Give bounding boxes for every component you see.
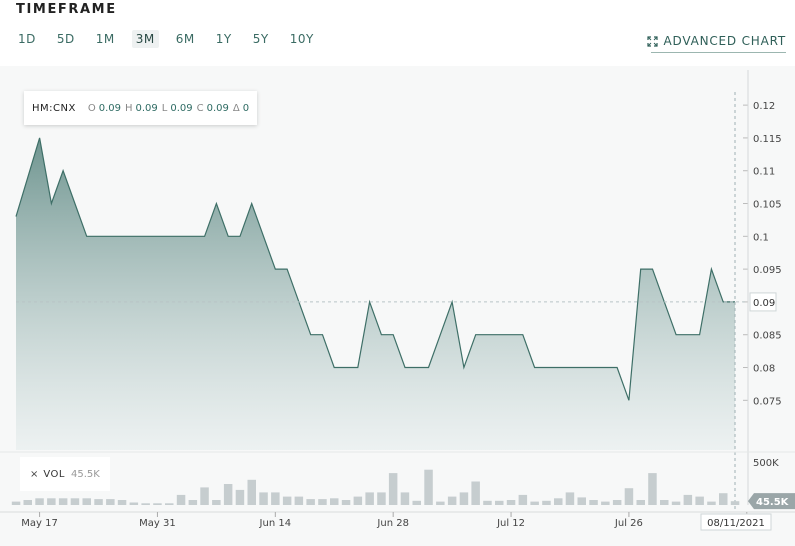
volume-bar [601, 501, 610, 505]
volume-bar [624, 488, 634, 505]
y-tick-label: 0.075 [753, 396, 782, 407]
high-key: H [124, 102, 133, 114]
y-tick-label: 0.115 [753, 134, 782, 145]
volume-bar [471, 481, 480, 505]
volume-bar [212, 500, 221, 505]
y-tick-label: 0.095 [753, 265, 782, 276]
volume-bar [82, 498, 91, 505]
volume-bar [318, 499, 327, 505]
volume-bar [58, 498, 68, 505]
volume-bar [282, 496, 292, 505]
volume-bar [719, 493, 728, 505]
volume-bar [353, 496, 363, 505]
volume-bar [400, 492, 410, 505]
price-chart[interactable]: 0.12 0.115 0.11 0.105 0.1 0.095 0.09 0.085 0.08 0… [0, 0, 795, 546]
volume-bar [294, 496, 304, 505]
volume-bar [565, 492, 575, 505]
volume-bar [636, 500, 645, 505]
volume-bar [106, 499, 115, 505]
change-key: Δ [232, 102, 240, 114]
close-key: C [196, 102, 204, 114]
x-tick-label: May 31 [139, 518, 176, 529]
volume-bar [223, 484, 233, 505]
volume-bar [683, 494, 693, 505]
volume-bar [695, 496, 704, 505]
close-value: 0.09 [206, 102, 229, 114]
volume-bar [141, 503, 150, 505]
x-tick-label: Jun 14 [259, 518, 292, 529]
volume-bar [271, 492, 280, 505]
volume-bar [577, 497, 586, 505]
open-key: O [87, 102, 96, 114]
volume-bar [483, 500, 492, 505]
volume-bar [648, 473, 657, 505]
y-tick-label: 0.105 [753, 200, 782, 211]
volume-bar [589, 500, 598, 505]
volume-bar [23, 500, 32, 505]
x-tick-label: May 17 [21, 518, 58, 529]
y-tick-label: 0.08 [753, 364, 775, 375]
volume-bar [530, 501, 539, 505]
x-tick-label: Jul 12 [496, 518, 525, 529]
volume-bar [436, 501, 445, 505]
volume-bar [612, 500, 622, 505]
change-value: 0 [242, 102, 250, 114]
y-tick-label: 0.12 [753, 101, 775, 112]
price-area [16, 137, 735, 450]
volume-bar [94, 499, 103, 505]
volume-bar [153, 503, 162, 505]
x-tick-label: Jul 26 [614, 518, 643, 529]
volume-bar [660, 500, 669, 505]
volume-bar [506, 500, 516, 505]
volume-bar [176, 494, 186, 505]
volume-bar [70, 498, 80, 505]
volume-bar [671, 501, 681, 505]
volume-legend: × VOL 45.5K [20, 457, 110, 491]
volume-bar [47, 498, 56, 505]
volume-label: VOL [43, 468, 65, 480]
high-value: 0.09 [135, 102, 158, 114]
x-tick-label: Jun 28 [376, 518, 409, 529]
volume-bar [377, 492, 386, 505]
volume-bar [459, 492, 469, 505]
volume-bar [35, 498, 44, 505]
volume-bar [707, 501, 716, 505]
open-value: 0.09 [98, 102, 121, 114]
volume-bar [542, 500, 551, 505]
volume-bar [247, 479, 256, 505]
current-price-label: 0.09 [753, 298, 775, 309]
volume-bar [235, 489, 245, 505]
volume-bar [330, 498, 339, 505]
low-value: 0.09 [170, 102, 193, 114]
volume-bar [447, 496, 457, 505]
volume-bar [365, 492, 374, 505]
low-key: L [161, 102, 168, 114]
close-volume-icon[interactable]: × [30, 469, 38, 480]
volume-bar [188, 500, 198, 505]
current-date-label: 08/11/2021 [707, 518, 765, 529]
y-tick-label: 0.1 [753, 232, 769, 243]
volume-bar [341, 500, 351, 505]
volume-bar [306, 499, 315, 505]
volume-bar [11, 501, 21, 505]
ohlc-legend: HM:CNX O 0.09 H 0.09 L 0.09 C 0.09 Δ 0 [24, 91, 258, 125]
volume-bar [200, 487, 209, 505]
volume-bar [117, 500, 127, 505]
y-tick-label: 0.11 [753, 167, 775, 178]
volume-bar [165, 503, 174, 505]
volume-badge-label: 45.5K [756, 497, 790, 508]
volume-bar [129, 502, 139, 505]
volume-bar [518, 494, 528, 505]
volume-value: 45.5K [71, 468, 100, 480]
volume-bar [495, 500, 504, 505]
volume-bar [259, 492, 268, 505]
volume-bar [554, 498, 563, 505]
y-tick-label: 0.085 [753, 331, 782, 342]
volume-bar [388, 473, 398, 505]
volume-bar [730, 501, 740, 505]
volume-bar [412, 500, 421, 505]
volume-bar [424, 469, 433, 505]
volume-axis-max-label: 500K [753, 458, 779, 469]
symbol-label: HM:CNX [32, 102, 76, 114]
